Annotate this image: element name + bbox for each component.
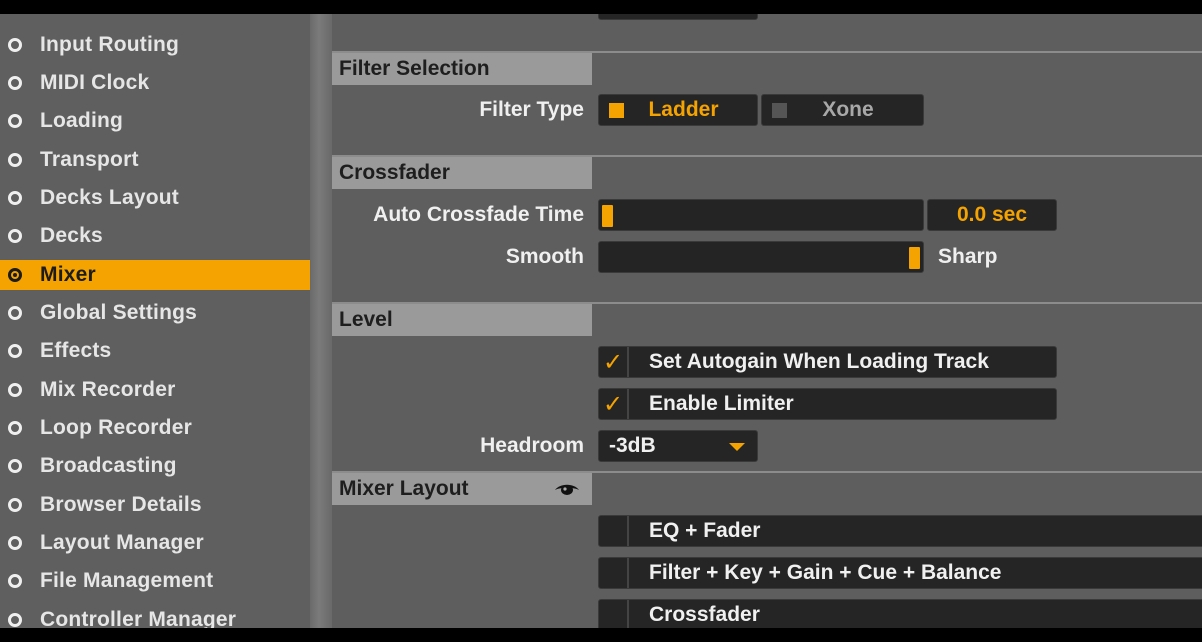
checkbox-empty-icon (599, 558, 629, 588)
unselected-indicator-icon (772, 102, 787, 118)
button-label: Xone (822, 98, 874, 121)
section-header-filter-selection: Filter Selection (332, 53, 592, 85)
sidebar-item-label: Mix Recorder (40, 378, 176, 401)
curve-smooth-label: Smooth (505, 245, 584, 268)
sidebar-item-label: Effects (40, 339, 112, 362)
radio-icon (8, 38, 22, 52)
sidebar-item-browser-details[interactable]: Browser Details (0, 490, 310, 520)
sidebar-item-effects[interactable]: Effects (0, 336, 310, 366)
sidebar-item-global-settings[interactable]: Global Settings (0, 298, 310, 328)
auto-crossfade-time-label: Auto Crossfade Time (373, 203, 584, 226)
headroom-label: Headroom (480, 434, 584, 457)
radio-icon (8, 383, 22, 397)
checkbox-label: Set Autogain When Loading Track (649, 350, 989, 373)
radio-icon (8, 306, 22, 320)
sidebar-item-loading[interactable]: Loading (0, 106, 310, 136)
filter-ladder-button[interactable]: Ladder (598, 94, 758, 126)
partial-control[interactable] (598, 14, 758, 20)
sidebar-item-label: Browser Details (40, 493, 202, 516)
checkbox-label: Crossfader (649, 603, 760, 626)
sidebar-item-mix-recorder[interactable]: Mix Recorder (0, 375, 310, 405)
sidebar-item-file-management[interactable]: File Management (0, 566, 310, 596)
section-title: Filter Selection (339, 57, 490, 80)
section-header-crossfader: Crossfader (332, 157, 592, 189)
sidebar-item-loop-recorder[interactable]: Loop Recorder (0, 413, 310, 443)
radio-icon (8, 344, 22, 358)
enable-limiter-checkbox[interactable]: ✓ Enable Limiter (598, 388, 1057, 420)
sidebar-item-label: File Management (40, 569, 214, 592)
headroom-dropdown[interactable]: -3dB (598, 430, 758, 462)
sidebar-item-label: Decks (40, 224, 103, 247)
checkbox-empty-icon (599, 516, 629, 546)
section-title: Mixer Layout (339, 477, 469, 500)
sidebar-item-label: Broadcasting (40, 454, 177, 477)
mixer-settings-panel: Filter Selection Filter Type Ladder Xone… (332, 14, 1202, 628)
sidebar-item-label: Layout Manager (40, 531, 204, 554)
radio-icon (8, 613, 22, 627)
auto-crossfade-time-value[interactable]: 0.0 sec (927, 199, 1057, 231)
sidebar-item-label: Loop Recorder (40, 416, 192, 439)
radio-icon (8, 229, 22, 243)
layout-eq-fader-checkbox[interactable]: EQ + Fader (598, 515, 1202, 547)
checkbox-label: Enable Limiter (649, 392, 794, 415)
section-header-mixer-layout: Mixer Layout (332, 473, 592, 505)
sidebar-item-decks-layout[interactable]: Decks Layout (0, 183, 310, 213)
filter-type-label: Filter Type (479, 98, 584, 121)
sidebar-item-label: Decks Layout (40, 186, 179, 209)
filter-xone-button[interactable]: Xone (761, 94, 924, 126)
sidebar-item-label: Global Settings (40, 301, 198, 324)
layout-crossfader-checkbox[interactable]: Crossfader (598, 599, 1202, 628)
sidebar-item-mixer[interactable]: Mixer (0, 260, 310, 290)
sidebar-item-controller-manager[interactable]: Controller Manager (0, 605, 310, 628)
slider-handle[interactable] (909, 247, 920, 269)
sidebar-item-broadcasting[interactable]: Broadcasting (0, 451, 310, 481)
section-title: Level (339, 308, 393, 331)
sidebar-item-label: Controller Manager (40, 608, 237, 628)
sidebar-item-midi-clock[interactable]: MIDI Clock (0, 68, 310, 98)
sidebar-item-layout-manager[interactable]: Layout Manager (0, 528, 310, 558)
section-title: Crossfader (339, 161, 450, 184)
sidebar-item-input-routing[interactable]: Input Routing (0, 30, 310, 60)
checkbox-empty-icon (599, 600, 629, 628)
button-label: Ladder (648, 98, 719, 121)
checkbox-label: EQ + Fader (649, 519, 761, 542)
sidebar-item-label: MIDI Clock (40, 71, 150, 94)
layout-filter-key-gain-cue-balance-checkbox[interactable]: Filter + Key + Gain + Cue + Balance (598, 557, 1202, 589)
checkbox-label: Filter + Key + Gain + Cue + Balance (649, 561, 1002, 584)
auto-crossfade-time-slider[interactable] (598, 199, 924, 231)
selected-indicator-icon (609, 102, 624, 118)
sidebar-splitter[interactable] (310, 14, 332, 628)
radio-icon (8, 153, 22, 167)
radio-icon (8, 536, 22, 550)
sidebar-item-label: Loading (40, 109, 124, 132)
sidebar-item-label: Mixer (40, 263, 96, 286)
checkmark-icon: ✓ (599, 347, 629, 377)
dropdown-value: -3dB (609, 434, 656, 457)
preferences-sidebar: Input Routing MIDI Clock Loading Transpo… (0, 14, 310, 628)
sidebar-item-label: Transport (40, 148, 139, 171)
section-header-level: Level (332, 304, 592, 336)
radio-icon (8, 574, 22, 588)
radio-icon (8, 459, 22, 473)
radio-icon (8, 498, 22, 512)
sidebar-item-transport[interactable]: Transport (0, 145, 310, 175)
caret-down-icon (729, 443, 745, 451)
crossfader-curve-slider[interactable] (598, 241, 924, 273)
curve-sharp-label: Sharp (938, 245, 998, 268)
eye-icon[interactable] (554, 481, 580, 497)
autogain-checkbox[interactable]: ✓ Set Autogain When Loading Track (598, 346, 1057, 378)
radio-icon (8, 76, 22, 90)
slider-handle[interactable] (602, 205, 613, 227)
radio-selected-icon (8, 268, 22, 282)
radio-icon (8, 421, 22, 435)
radio-icon (8, 191, 22, 205)
checkmark-icon: ✓ (599, 389, 629, 419)
sidebar-item-decks[interactable]: Decks (0, 221, 310, 251)
radio-icon (8, 114, 22, 128)
sidebar-item-label: Input Routing (40, 33, 180, 56)
